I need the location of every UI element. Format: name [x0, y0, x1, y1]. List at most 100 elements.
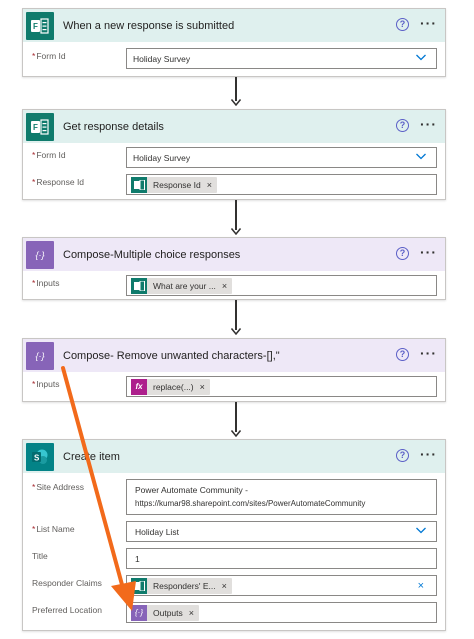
trigger-card-header[interactable]: F When a new response is submitted ? ··· — [23, 9, 445, 42]
responder-claims-row: Responder Claims Responders' E... × × — [23, 573, 445, 600]
remove-token-icon[interactable]: × — [207, 180, 212, 190]
preferred-location-input[interactable]: {·} Outputs × — [126, 602, 437, 623]
list-name-label: *List Name — [32, 524, 75, 534]
help-icon[interactable]: ? — [396, 247, 409, 260]
title-row: Title 1 — [23, 546, 445, 573]
form-id-label: *Form Id — [32, 51, 66, 61]
svg-text:S: S — [34, 453, 40, 462]
connector-line — [235, 77, 237, 101]
title-label: Title — [32, 551, 48, 561]
remove-token-icon[interactable]: × — [189, 608, 194, 618]
token-label: What are your ... — [153, 280, 216, 291]
sharepoint-icon: S — [26, 442, 54, 471]
svg-text:F: F — [33, 22, 38, 31]
help-icon[interactable]: ? — [396, 348, 409, 361]
form-id-row: *Form Id Holiday Survey — [23, 46, 445, 73]
responder-claims-input[interactable]: Responders' E... × × — [126, 575, 437, 596]
response-id-token[interactable]: Response Id × — [131, 176, 217, 193]
connector-line — [235, 200, 237, 230]
inputs-row: *Inputs What are your ... × — [23, 273, 445, 300]
remove-token-icon[interactable]: × — [222, 581, 227, 591]
form-id-label: *Form Id — [32, 150, 66, 160]
expression-token[interactable]: fx replace(...) × — [131, 378, 210, 395]
token-label: Responders' E... — [153, 580, 216, 591]
arrow-down-icon — [231, 228, 241, 235]
form-id-row: *Form Id Holiday Survey — [23, 145, 445, 172]
form-id-value: Holiday Survey — [133, 53, 191, 64]
more-options-icon[interactable]: ··· — [420, 446, 437, 462]
help-icon[interactable]: ? — [396, 449, 409, 462]
inputs-row: *Inputs fx replace(...) × — [23, 374, 445, 401]
card-title: Get response details — [63, 120, 164, 133]
forms-icon — [131, 176, 147, 193]
more-options-icon[interactable]: ··· — [420, 15, 437, 31]
preferred-location-row: Preferred Location {·} Outputs × — [23, 600, 445, 627]
list-name-row: *List Name Holiday List — [23, 519, 445, 546]
chevron-down-icon[interactable] — [416, 527, 426, 534]
inputs-field[interactable]: fx replace(...) × — [126, 376, 437, 397]
form-id-dropdown[interactable]: Holiday Survey — [126, 48, 437, 69]
form-id-value: Holiday Survey — [133, 152, 191, 163]
card-title: Create item — [63, 450, 120, 463]
compose-icon: {·} — [26, 240, 54, 269]
chevron-down-icon[interactable] — [416, 153, 426, 160]
inputs-label: *Inputs — [32, 379, 60, 389]
site-address-line1: Power Automate Community - — [135, 485, 248, 495]
arrow-down-icon — [231, 430, 241, 437]
more-options-icon[interactable]: ··· — [420, 116, 437, 132]
compose-multiple-choice-card[interactable]: {·} Compose-Multiple choice responses ? … — [22, 237, 446, 300]
token-label: Response Id — [153, 179, 201, 190]
forms-icon — [131, 277, 147, 294]
get-details-card-header[interactable]: F Get response details ? ··· — [23, 110, 445, 143]
arrow-down-icon — [231, 328, 241, 335]
outputs-token[interactable]: {·} Outputs × — [131, 604, 200, 621]
forms-icon — [131, 577, 147, 594]
preferred-location-label: Preferred Location — [32, 605, 102, 615]
svg-text:F: F — [33, 123, 38, 132]
list-name-dropdown[interactable]: Holiday List — [126, 521, 437, 542]
card-title: Compose- Remove unwanted characters-[]," — [63, 349, 280, 362]
connector-line — [235, 300, 237, 330]
help-icon[interactable]: ? — [396, 18, 409, 31]
inputs-label: *Inputs — [32, 278, 60, 288]
question-token[interactable]: What are your ... × — [131, 277, 233, 294]
site-address-label: *Site Address — [32, 482, 85, 492]
remove-token-icon[interactable]: × — [222, 281, 227, 291]
clear-field-icon[interactable]: × — [418, 580, 424, 592]
site-address-line2: https://kumar98.sharepoint.com/sites/Pow… — [135, 499, 366, 508]
trigger-card[interactable]: F When a new response is submitted ? ···… — [22, 8, 446, 77]
compose2-card-header[interactable]: {·} Compose- Remove unwanted characters-… — [23, 339, 445, 372]
more-options-icon[interactable]: ··· — [420, 244, 437, 260]
site-address-row: *Site Address Power Automate Community -… — [23, 477, 445, 517]
forms-icon: F — [26, 11, 54, 40]
card-title: Compose-Multiple choice responses — [63, 248, 241, 261]
inputs-field[interactable]: What are your ... × — [126, 275, 437, 296]
responder-claims-label: Responder Claims — [32, 578, 102, 588]
chevron-down-icon[interactable] — [416, 54, 426, 61]
connector-line — [235, 402, 237, 432]
get-response-details-card[interactable]: F Get response details ? ··· *Form Id Ho… — [22, 109, 446, 200]
title-value: 1 — [135, 553, 140, 564]
site-address-dropdown[interactable]: Power Automate Community - https://kumar… — [126, 479, 437, 515]
fx-icon: fx — [131, 378, 147, 395]
compose1-card-header[interactable]: {·} Compose-Multiple choice responses ? … — [23, 238, 445, 271]
arrow-down-icon — [231, 99, 241, 106]
create-item-card-header[interactable]: S Create item ? ··· — [23, 440, 445, 473]
responders-email-token[interactable]: Responders' E... × — [131, 577, 232, 594]
compose-icon: {·} — [26, 341, 54, 370]
compose-remove-characters-card[interactable]: {·} Compose- Remove unwanted characters-… — [22, 338, 446, 402]
response-id-input[interactable]: Response Id × — [126, 174, 437, 195]
response-id-label: *Response Id — [32, 177, 85, 187]
create-item-card[interactable]: S Create item ? ··· *Site Address Power … — [22, 439, 446, 631]
token-label: replace(...) — [153, 381, 194, 392]
token-label: Outputs — [153, 607, 183, 618]
response-id-row: *Response Id Response Id × — [23, 172, 445, 199]
list-name-value: Holiday List — [135, 526, 179, 537]
remove-token-icon[interactable]: × — [200, 382, 205, 392]
card-title: When a new response is submitted — [63, 19, 235, 32]
title-input[interactable]: 1 — [126, 548, 437, 569]
more-options-icon[interactable]: ··· — [420, 345, 437, 361]
compose-icon: {·} — [131, 604, 147, 621]
help-icon[interactable]: ? — [396, 119, 409, 132]
form-id-dropdown[interactable]: Holiday Survey — [126, 147, 437, 168]
